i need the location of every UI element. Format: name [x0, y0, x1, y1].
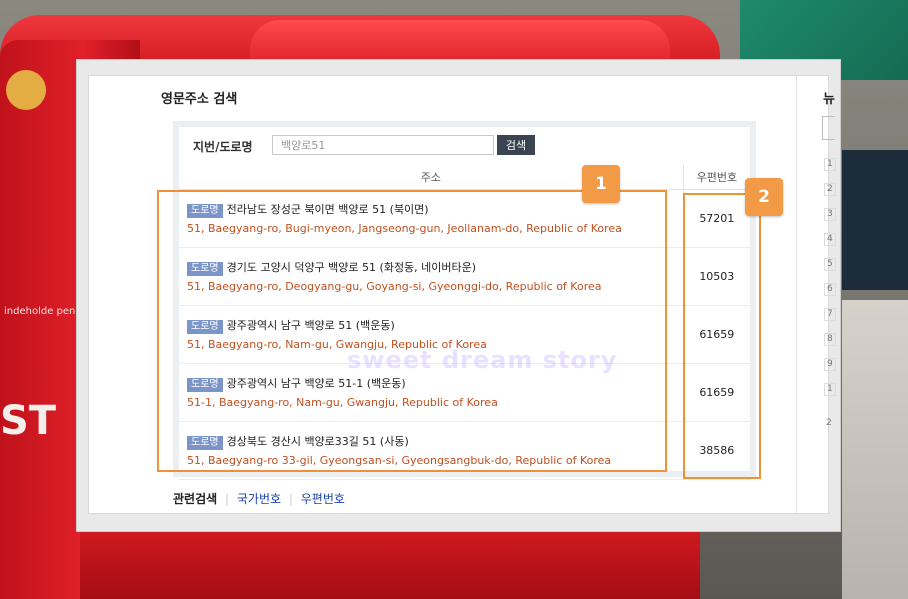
- sidebar-heading: 뉴: [823, 92, 835, 107]
- crown-emblem-icon: [6, 70, 46, 110]
- page-title: 영문주소 검색: [161, 92, 238, 107]
- highlight-address-column: [157, 190, 667, 472]
- sidebar-rank[interactable]: 8: [824, 333, 836, 346]
- mailbox-letters: ST: [0, 398, 57, 444]
- search-input[interactable]: [272, 135, 494, 155]
- related-search: 관련검색 | 국가번호 | 우편번호: [173, 490, 345, 507]
- search-row: 지번/도로명 검색: [179, 127, 750, 163]
- separator: |: [288, 492, 293, 506]
- pale-wall: [842, 300, 908, 599]
- mailbox-base: [80, 528, 700, 599]
- zipcode-column-header: 우편번호: [682, 165, 750, 190]
- annotation-badge-2: 2: [745, 178, 783, 216]
- sidebar-input[interactable]: [822, 116, 835, 140]
- sidebar-rank[interactable]: 2: [824, 183, 836, 196]
- dark-panel: [842, 150, 908, 290]
- sidebar-rank[interactable]: 6: [824, 283, 836, 296]
- highlight-zipcode-column: [683, 193, 761, 479]
- related-search-label: 관련검색: [173, 492, 218, 506]
- sidebar-footer: 2: [826, 418, 832, 428]
- sidebar-rank[interactable]: 4: [824, 233, 836, 246]
- column-divider: [796, 76, 797, 513]
- separator: |: [225, 492, 230, 506]
- mailbox-text: indeholde pen: [4, 306, 76, 317]
- sidebar-rank[interactable]: 7: [824, 308, 836, 321]
- sidebar-rank[interactable]: 3: [824, 208, 836, 221]
- table-header-row: 주소 우편번호: [179, 165, 750, 190]
- search-button[interactable]: 검색: [497, 135, 535, 155]
- related-link-zipcode[interactable]: 우편번호: [301, 492, 345, 506]
- sidebar-rank[interactable]: 1: [824, 383, 836, 396]
- annotation-badge-1: 1: [582, 165, 620, 203]
- sidebar-rank[interactable]: 5: [824, 258, 836, 271]
- sidebar-rank[interactable]: 1: [824, 158, 836, 171]
- sidebar-rank[interactable]: 9: [824, 358, 836, 371]
- related-link-country-code[interactable]: 국가번호: [237, 492, 281, 506]
- search-label: 지번/도로명: [193, 140, 253, 154]
